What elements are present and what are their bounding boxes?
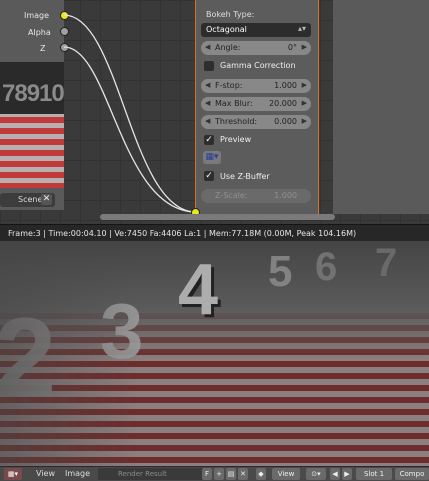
image-datablock-field[interactable]: Render Result bbox=[98, 468, 210, 480]
image-editor-header: ▦▾ View Image Render Result F + ▤ ✕ ◆ Vi… bbox=[0, 466, 429, 481]
zscale-value: 1.000 bbox=[274, 191, 297, 200]
editor-type-button[interactable]: ▦▾ bbox=[4, 468, 22, 480]
preview-label: Preview bbox=[220, 135, 252, 144]
pivot-icon: ⊙▾ bbox=[311, 470, 321, 478]
angle-field[interactable]: ◀ Angle: 0° ▶ bbox=[201, 41, 311, 55]
decrement-arrow-icon[interactable]: ◀ bbox=[205, 117, 210, 125]
unlink-image-button[interactable]: ✕ bbox=[238, 468, 248, 480]
folder-icon: ▤ bbox=[227, 470, 235, 478]
composite-dropdown[interactable]: Compo bbox=[395, 468, 429, 480]
image-editor-icon: ▦▾ bbox=[7, 470, 19, 478]
view-mode-value: View bbox=[277, 470, 295, 478]
gamma-correction-checkbox[interactable] bbox=[204, 61, 214, 71]
render-digit-6: 6 bbox=[315, 245, 338, 289]
angle-value: 0° bbox=[287, 43, 297, 52]
slot-dropdown[interactable]: Slot 1 bbox=[356, 468, 392, 480]
view-mode-dropdown[interactable]: View bbox=[272, 468, 300, 480]
output-node[interactable] bbox=[333, 0, 429, 214]
menu-image[interactable]: Image bbox=[65, 469, 90, 478]
node-icon-button[interactable]: ▦▾ bbox=[203, 151, 221, 164]
pin-image-button[interactable]: ◆ bbox=[256, 468, 266, 480]
render-digit-7: 7 bbox=[375, 241, 398, 285]
image-settings-icon: ▦▾ bbox=[205, 152, 219, 162]
preview-checkbox[interactable]: ✓ bbox=[204, 135, 214, 145]
slot-next-button[interactable]: ▶ bbox=[342, 468, 352, 480]
add-icon: + bbox=[216, 470, 222, 478]
bokeh-type-dropdown[interactable]: Octagonal ▴▾ bbox=[201, 23, 311, 37]
max-blur-label: Max Blur: bbox=[215, 99, 253, 108]
zscale-label: Z-Scale: bbox=[215, 191, 248, 200]
render-stats-text: Frame:3 | Time:00:04.10 | Ve:7450 Fa:440… bbox=[8, 229, 357, 238]
decrement-arrow-icon[interactable]: ◀ bbox=[205, 99, 210, 107]
dropdown-arrows-icon: ▴▾ bbox=[297, 24, 306, 33]
chevron-left-icon: ◀ bbox=[332, 470, 338, 478]
node-editor[interactable]: Image Alpha Z 78910 Scene ✕ Bokeh Type: … bbox=[0, 0, 429, 224]
use-zbuffer-checkbox[interactable]: ✓ bbox=[204, 171, 214, 181]
render-info-bar: Frame:3 | Time:00:04.10 | Ve:7450 Fa:440… bbox=[0, 224, 429, 242]
render-digit-5: 5 bbox=[268, 247, 293, 296]
decrement-arrow-icon[interactable]: ◀ bbox=[205, 43, 210, 51]
menu-view[interactable]: View bbox=[36, 469, 55, 478]
chevron-right-icon: ▶ bbox=[344, 470, 350, 478]
link-z bbox=[63, 46, 196, 213]
bokeh-type-value: Octagonal bbox=[206, 25, 247, 34]
max-blur-value: 20.000 bbox=[269, 99, 297, 108]
max-blur-field[interactable]: ◀ Max Blur: 20.000 ▶ bbox=[201, 97, 311, 111]
pin-icon: ◆ bbox=[258, 470, 264, 478]
close-icon: ✕ bbox=[240, 470, 246, 478]
new-image-button[interactable]: + bbox=[214, 468, 224, 480]
increment-arrow-icon[interactable]: ▶ bbox=[302, 43, 307, 51]
decrement-arrow-icon[interactable]: ◀ bbox=[205, 81, 210, 89]
angle-label: Angle: bbox=[215, 43, 241, 52]
increment-arrow-icon[interactable]: ▶ bbox=[302, 117, 307, 125]
fstop-field[interactable]: ◀ F-stop: 1.000 ▶ bbox=[201, 79, 311, 93]
image-name: Render Result bbox=[118, 470, 167, 478]
fstop-label: F-stop: bbox=[215, 81, 243, 90]
slot-value: Slot 1 bbox=[363, 470, 385, 478]
threshold-value: 0.000 bbox=[274, 117, 297, 126]
increment-arrow-icon[interactable]: ▶ bbox=[302, 81, 307, 89]
gamma-correction-label: Gamma Correction bbox=[220, 61, 296, 70]
render-digit-4: 4 bbox=[178, 250, 219, 330]
slot-prev-button[interactable]: ◀ bbox=[330, 468, 340, 480]
threshold-field[interactable]: ◀ Threshold: 0.000 ▶ bbox=[201, 115, 311, 129]
link-image bbox=[63, 14, 196, 213]
render-blur-overlay bbox=[0, 241, 140, 466]
threshold-label: Threshold: bbox=[215, 117, 258, 126]
pivot-dropdown[interactable]: ⊙▾ bbox=[306, 468, 326, 480]
fake-user-button[interactable]: F bbox=[202, 468, 212, 480]
zscale-field[interactable]: Z-Scale: 1.000 bbox=[201, 189, 311, 203]
open-image-button[interactable]: ▤ bbox=[226, 468, 236, 480]
fstop-value: 1.000 bbox=[274, 81, 297, 90]
bokeh-type-label: Bokeh Type: bbox=[206, 10, 255, 19]
horizontal-scrollbar[interactable] bbox=[100, 214, 335, 220]
increment-arrow-icon[interactable]: ▶ bbox=[302, 99, 307, 107]
composite-value: Compo bbox=[399, 470, 425, 478]
render-result-viewer[interactable]: 2 3 4 5 6 7 bbox=[0, 241, 429, 466]
use-zbuffer-label: Use Z-Buffer bbox=[220, 172, 270, 181]
bokeh-blur-node[interactable]: Bokeh Type: Octagonal ▴▾ ◀ Angle: 0° ▶ G… bbox=[195, 0, 319, 214]
